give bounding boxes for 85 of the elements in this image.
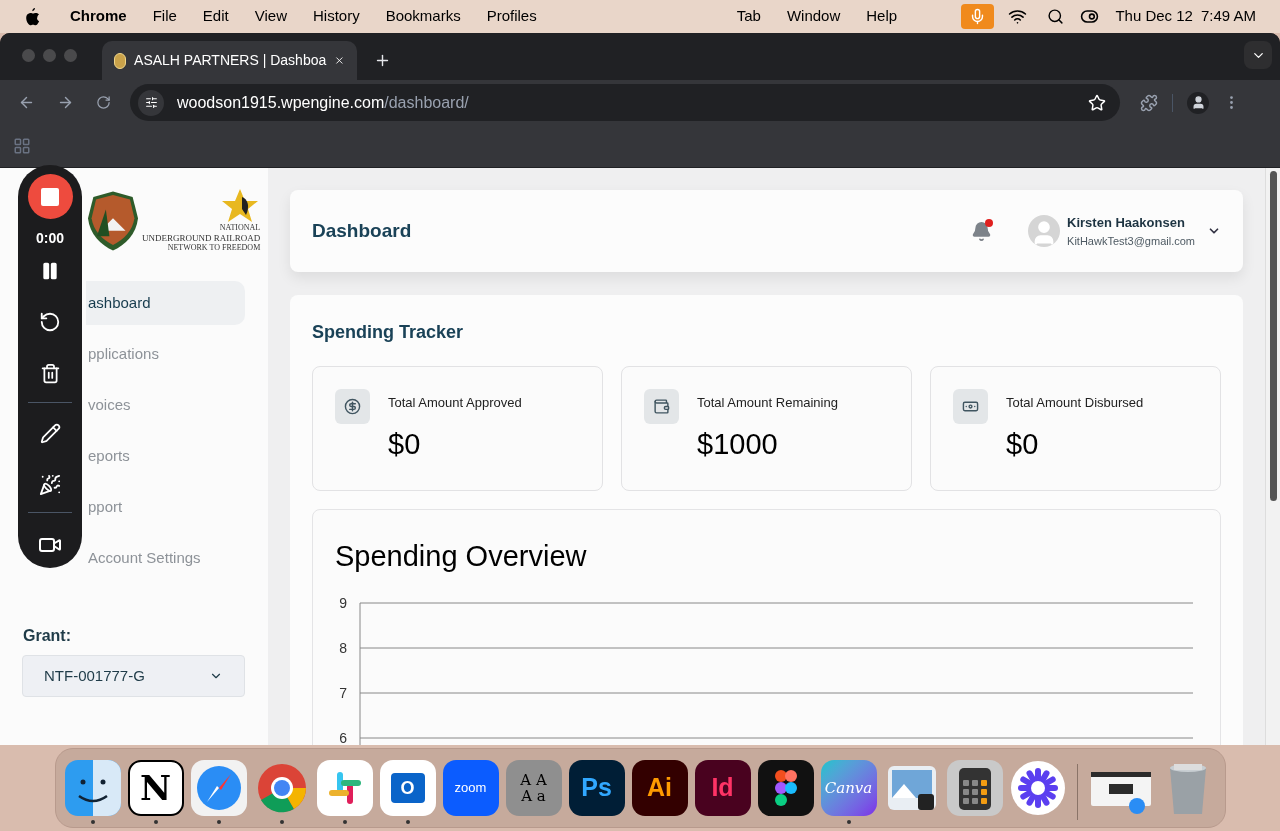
site-settings-icon[interactable]	[138, 89, 164, 116]
app-tile-icon[interactable]: Id	[694, 760, 751, 816]
app-tile-icon[interactable]: Ps	[568, 760, 625, 816]
mail-app-icon[interactable]: O	[379, 760, 436, 816]
menu-item[interactable]: Help	[866, 5, 898, 28]
menu-item[interactable]: Profiles	[486, 5, 537, 28]
reload-icon[interactable]	[96, 95, 111, 110]
stat-value: $0	[388, 426, 422, 462]
running-indicator	[216, 820, 221, 824]
canva-app-icon[interactable]: Canva	[820, 760, 877, 816]
notification-bell-icon[interactable]	[971, 220, 993, 242]
y-axis-tick-label: 9	[339, 595, 347, 611]
grant-select[interactable]: NTF-001777-G	[22, 655, 245, 697]
menu-item[interactable]: Edit	[202, 5, 229, 28]
stat-label: Total Amount Remaining	[697, 394, 838, 412]
pause-icon[interactable]	[40, 261, 60, 281]
stat-value: $1000	[697, 426, 779, 462]
address-bar[interactable]: woodson1915.wpengine.com/dashboard/	[130, 84, 1120, 121]
stat-value: $0	[1006, 426, 1040, 462]
search-icon[interactable]	[1047, 8, 1065, 25]
browser-tab[interactable]: ASALH PARTNERS | Dashboa	[102, 41, 357, 80]
extensions-icon[interactable]	[1140, 93, 1158, 112]
notion-app-icon[interactable]: N	[127, 760, 184, 816]
wifi-icon[interactable]	[1008, 7, 1028, 26]
apple-logo-icon[interactable]	[24, 7, 40, 26]
y-axis-tick-label: 8	[339, 640, 347, 656]
stat-label: Total Amount Disbursed	[1006, 394, 1144, 412]
running-indicator	[153, 820, 158, 824]
app-tile-icon[interactable]: Ai	[631, 760, 688, 816]
y-axis-tick-label: 6	[339, 730, 347, 745]
menu-item[interactable]: Tab	[736, 5, 761, 28]
site-favicon-icon	[114, 52, 127, 69]
chart-title: Spending Overview	[335, 539, 588, 574]
control-center-icon[interactable]	[1080, 7, 1100, 26]
back-icon[interactable]	[18, 94, 35, 111]
calculator-icon[interactable]	[946, 760, 1003, 816]
restart-icon[interactable]	[39, 311, 61, 333]
bookmark-star-icon[interactable]	[1088, 93, 1106, 112]
section-title: Spending Tracker	[312, 321, 465, 344]
stat-icon	[335, 389, 370, 424]
recording-timer: 0:00	[36, 229, 64, 248]
font-book-icon[interactable]: A A A a	[505, 760, 562, 816]
menu-item[interactable]: Window	[786, 5, 841, 28]
menu-item[interactable]: File	[152, 5, 177, 28]
user-email: KitHawkTest3@gmail.com	[1067, 233, 1195, 249]
compass-icon[interactable]	[190, 760, 247, 816]
stop-record-button[interactable]	[27, 174, 73, 219]
park-service-badge-icon	[88, 189, 138, 252]
logo-caption: UNDERGROUND RAILROAD	[142, 232, 261, 243]
running-indicator	[405, 820, 410, 824]
delete-icon[interactable]	[39, 363, 61, 384]
pencil-icon[interactable]	[39, 423, 61, 444]
stat-icon	[644, 389, 679, 424]
scrollbar[interactable]	[1265, 168, 1280, 745]
profile-icon[interactable]	[1187, 91, 1209, 114]
date-text[interactable]: Thu Dec 12	[1115, 5, 1193, 28]
hash-app-icon[interactable]	[316, 760, 373, 816]
asterisk-app-icon[interactable]	[1009, 760, 1066, 816]
finder-icon[interactable]	[64, 760, 121, 816]
grant-label: Grant:	[23, 626, 72, 646]
stat-label: Total Amount Approved	[388, 394, 522, 412]
page-title: Dashboard	[312, 218, 412, 243]
zoom-app-icon[interactable]: zoom	[442, 760, 499, 816]
apps-grid-icon[interactable]	[13, 137, 31, 155]
tab-list-button[interactable]	[1244, 41, 1272, 69]
menu-app-name[interactable]: Chrome	[70, 5, 127, 28]
menu-item[interactable]: Bookmarks	[385, 5, 461, 28]
running-indicator	[342, 820, 347, 824]
user-name: Kirsten Haakonsen	[1067, 214, 1186, 232]
running-indicator	[90, 820, 95, 824]
sidebar-nav-item[interactable]: ashboard	[86, 281, 245, 325]
design-app-icon[interactable]	[757, 760, 814, 816]
menu-item[interactable]: History	[312, 5, 360, 28]
running-indicator	[279, 820, 284, 824]
forward-icon[interactable]	[57, 94, 74, 111]
logo-caption: NATIONAL	[219, 222, 261, 233]
url-text: woodson1915.wpengine.com/dashboard/	[177, 92, 469, 113]
running-indicator	[846, 820, 851, 824]
logo-caption: NETWORK TO FREEDOM	[167, 242, 261, 253]
stat-icon	[953, 389, 988, 424]
time-text[interactable]: 7:49 AM	[1200, 5, 1256, 28]
y-axis-tick-label: 7	[339, 685, 347, 701]
confetti-icon[interactable]	[39, 474, 61, 496]
menu-item[interactable]: View	[254, 5, 287, 28]
new-tab-icon[interactable]	[374, 52, 391, 69]
